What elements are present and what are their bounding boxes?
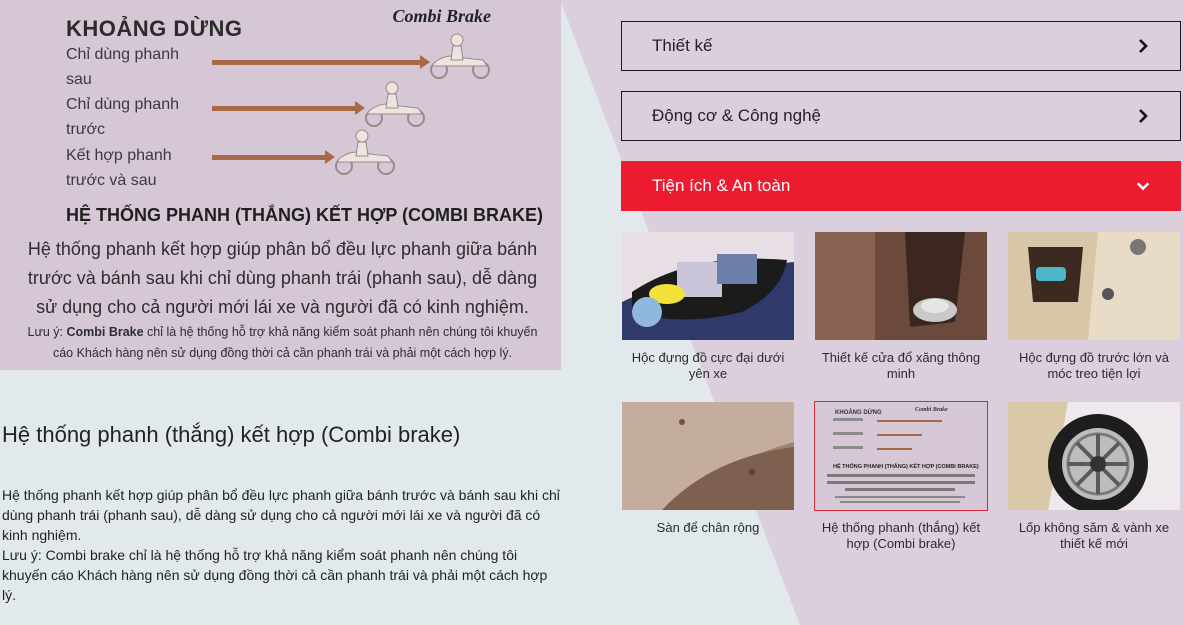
row-label-rear: Chỉ dùng phanh sau bbox=[66, 46, 179, 88]
chevron-right-icon bbox=[1136, 109, 1150, 123]
feature-card-tubeless-tire[interactable]: Lốp không săm & vành xe thiết kế mới bbox=[1008, 402, 1180, 552]
feature-title: Hệ thống phanh (thắng) kết hợp (Combi br… bbox=[2, 422, 461, 447]
arrow-combined bbox=[212, 150, 335, 164]
feature-caption: Hệ thống phanh (thắng) kết hợp (Combi br… bbox=[821, 520, 981, 551]
scooter-illustration-icon bbox=[430, 33, 490, 79]
row-label-front: Chỉ dùng phanh trước bbox=[66, 96, 179, 138]
feature-caption: Hộc đựng đồ trước lớn và móc treo tiện l… bbox=[1018, 350, 1170, 381]
feature-note-text: Lưu ý: Combi brake chỉ là hệ thống hỗ tr… bbox=[2, 547, 548, 603]
svg-text:Combi Brake: Combi Brake bbox=[915, 407, 948, 413]
stopping-distance-title: KHOẢNG DỪNG bbox=[66, 16, 243, 41]
footboard-thumbnail bbox=[622, 402, 794, 510]
feature-caption: Hộc đựng đồ cực đại dưới yên xe bbox=[631, 350, 785, 381]
hero-system-title: HỆ THỐNG PHANH (THẮNG) KẾT HỢP (COMBI BR… bbox=[66, 205, 544, 225]
feature-caption: Thiết kế cửa đổ xăng thông minh bbox=[821, 350, 981, 381]
hero-note-bold: Combi Brake bbox=[66, 325, 144, 339]
accordion-design[interactable]: Thiết kế bbox=[621, 21, 1181, 71]
row-label-combined: Kết hợp phanh trước và sau bbox=[66, 147, 172, 189]
front-storage-hook-thumbnail bbox=[1008, 232, 1180, 340]
feature-caption: Sàn để chân rộng bbox=[656, 520, 760, 535]
accordion-label: Động cơ & Công nghệ bbox=[652, 106, 821, 125]
scooter-illustration-icon bbox=[335, 129, 395, 175]
feature-card-front-storage-hook[interactable]: Hộc đựng đồ trước lớn và móc treo tiện l… bbox=[1008, 232, 1180, 382]
feature-description: Hệ thống phanh kết hợp giúp phân bổ đều … bbox=[2, 485, 562, 605]
hero-note-prefix: Lưu ý: bbox=[27, 325, 67, 339]
fuel-door-thumbnail bbox=[815, 232, 987, 340]
arrow-front bbox=[212, 101, 365, 115]
feature-card-under-seat-storage[interactable]: Hộc đựng đồ cực đại dưới yên xe bbox=[622, 232, 794, 382]
combi-brake-logo: Combi Brake bbox=[392, 6, 491, 26]
feature-caption: Lốp không săm & vành xe thiết kế mới bbox=[1018, 520, 1170, 551]
accordion-label: Tiện ích & An toàn bbox=[652, 176, 791, 195]
combi-brake-thumbnail: KHOẢNG DỪNG Combi Brake HỆ THỐNG PHANH (… bbox=[814, 401, 988, 511]
hero-description: Hệ thống phanh kết hợp giúp phân bổ đều … bbox=[27, 239, 538, 317]
svg-text:KHOẢNG DỪNG: KHOẢNG DỪNG bbox=[835, 409, 882, 416]
tubeless-tire-thumbnail bbox=[1008, 402, 1180, 510]
chevron-right-icon bbox=[1136, 39, 1150, 53]
feature-description-text: Hệ thống phanh kết hợp giúp phân bổ đều … bbox=[2, 487, 560, 543]
accordion-engine-technology[interactable]: Động cơ & Công nghệ bbox=[621, 91, 1181, 141]
accordion-label: Thiết kế bbox=[652, 36, 713, 55]
accordion-utility-safety[interactable]: Tiện ích & An toàn bbox=[621, 161, 1181, 211]
svg-text:HỆ THỐNG PHANH (THẮNG) KẾT HỢP: HỆ THỐNG PHANH (THẮNG) KẾT HỢP (COMBI BR… bbox=[833, 462, 979, 470]
hero-note: Lưu ý: Combi Brake chỉ là hệ thống hỗ tr… bbox=[20, 322, 545, 364]
under-seat-storage-thumbnail bbox=[622, 232, 794, 340]
chevron-down-icon bbox=[1136, 179, 1150, 193]
feature-card-fuel-door[interactable]: Thiết kế cửa đổ xăng thông minh bbox=[815, 232, 987, 382]
scooter-illustration-icon bbox=[365, 81, 425, 127]
arrow-rear bbox=[212, 55, 430, 69]
combi-brake-hero-image: Combi Brake KHOẢNG DỪNG Chỉ dùng phanh s… bbox=[0, 0, 561, 370]
feature-card-combi-brake[interactable]: KHOẢNG DỪNG Combi Brake HỆ THỐNG PHANH (… bbox=[814, 401, 988, 552]
feature-card-footboard[interactable]: Sàn để chân rộng bbox=[622, 402, 794, 536]
